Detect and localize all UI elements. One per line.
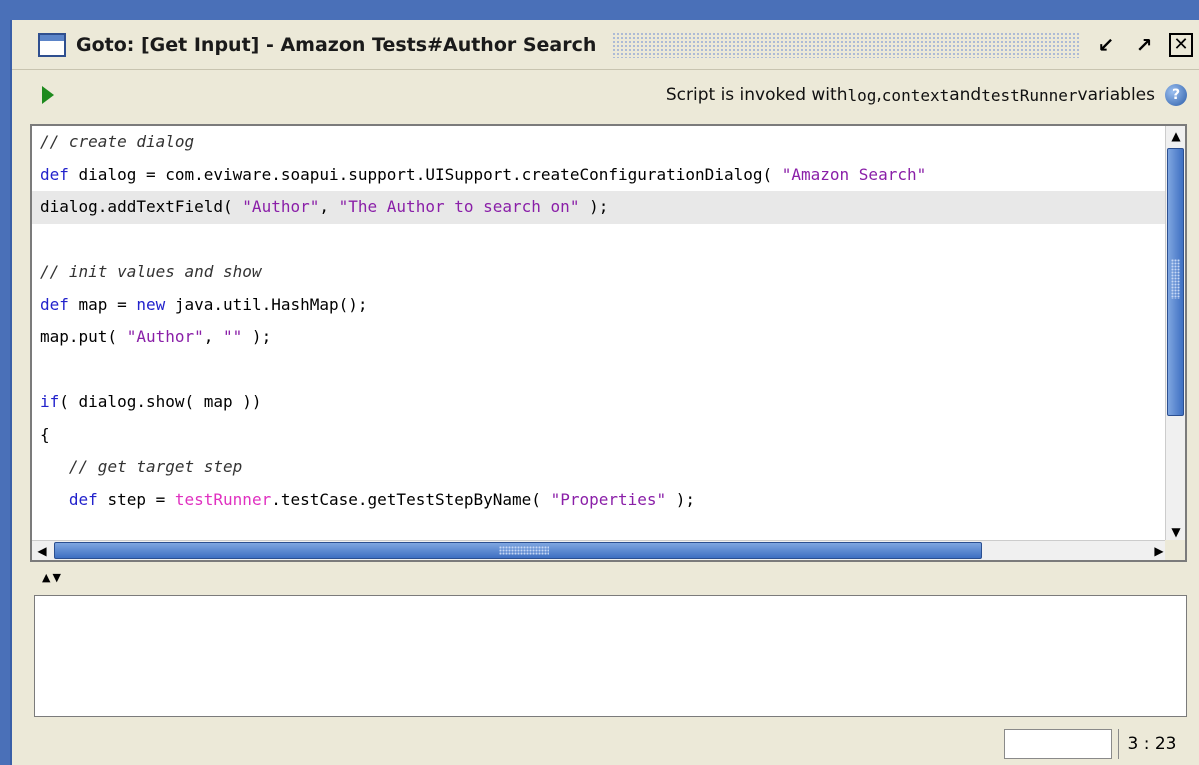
window-icon — [38, 32, 66, 57]
code-token: def — [68, 489, 98, 509]
code-token: ); — [579, 197, 609, 216]
code-line[interactable]: // get target step — [32, 451, 1169, 484]
code-token: map.put( — [40, 327, 127, 346]
code-token: , — [319, 197, 339, 216]
code-token: def — [40, 164, 69, 184]
var-testrunner: testRunner — [981, 85, 1078, 105]
code-token: if — [40, 392, 60, 411]
expand-up-icon[interactable]: ▲ — [42, 571, 50, 584]
vertical-scrollbar[interactable]: ▲ ▼ — [1165, 126, 1185, 542]
title-bar[interactable]: Goto: [Get Input] - Amazon Tests#Author … — [12, 20, 1199, 70]
code-token: // get target step — [68, 457, 243, 476]
code-token: dialog = com.eviware.soapui.support.UISu… — [68, 164, 782, 184]
code-token: ( dialog.show( map )) — [59, 392, 262, 411]
code-line[interactable] — [32, 354, 1169, 387]
status-bar: 3 : 23 — [12, 722, 1199, 765]
code-token: // create dialog — [40, 132, 195, 151]
help-icon[interactable]: ? — [1165, 84, 1187, 106]
code-line[interactable]: def map = new java.util.HashMap(); — [32, 289, 1169, 322]
code-token: "Properties" — [550, 489, 667, 509]
script-editor[interactable]: // create dialog def dialog = com.eviware… — [30, 124, 1187, 562]
horizontal-scrollbar[interactable]: ◀ ▶ — [32, 540, 1169, 560]
code-area[interactable]: // create dialog def dialog = com.eviware… — [32, 126, 1169, 542]
cursor-position: 3 : 23 — [1127, 733, 1177, 754]
script-info-text: Script is invoked with log, context and … — [666, 84, 1187, 106]
toolbar: Script is invoked with log, context and … — [12, 72, 1199, 118]
window-title: Goto: [Get Input] - Amazon Tests#Author … — [76, 33, 597, 56]
scroll-left-icon[interactable]: ◀ — [32, 541, 52, 560]
code-line[interactable] — [32, 224, 1169, 257]
title-drag-grip[interactable] — [612, 31, 1079, 58]
code-token: { — [40, 424, 50, 444]
code-line[interactable]: map.put( "Author", "" ); — [32, 321, 1169, 354]
code-token: step = — [97, 489, 175, 509]
code-token: "The Author to search on" — [338, 197, 580, 216]
code-line[interactable]: def step = testRunner.testCase.getTestSt… — [32, 484, 1169, 517]
maximize-icon[interactable]: ↗ — [1131, 32, 1157, 58]
play-icon[interactable] — [42, 86, 54, 104]
code-line[interactable]: dialog.addTextField( "Author", "The Auth… — [32, 191, 1169, 224]
code-token: // init values and show — [40, 262, 262, 281]
code-token: "Author" — [242, 197, 320, 216]
vertical-scroll-thumb[interactable] — [1167, 148, 1184, 416]
info-suffix: variables — [1077, 85, 1155, 105]
code-token: ); — [242, 327, 272, 346]
code-line[interactable]: { — [32, 419, 1169, 452]
scroll-up-icon[interactable]: ▲ — [1166, 126, 1185, 146]
info-sep-2: and — [949, 85, 982, 105]
code-token: def — [40, 294, 69, 314]
code-line[interactable]: // create dialog — [32, 126, 1169, 159]
code-token: new — [136, 294, 166, 314]
split-pane-divider[interactable]: ▲ ▼ — [42, 569, 61, 585]
code-token: .testCase.getTestStepByName( — [271, 489, 551, 509]
code-token: "Author" — [126, 327, 204, 346]
script-editor-window: Goto: [Get Input] - Amazon Tests#Author … — [10, 20, 1199, 765]
var-context: context — [881, 85, 950, 105]
window-background: Goto: [Get Input] - Amazon Tests#Author … — [0, 0, 1199, 765]
scroll-down-icon[interactable]: ▼ — [1166, 522, 1185, 542]
info-prefix: Script is invoked with — [665, 85, 848, 105]
code-token: java.util.HashMap(); — [165, 294, 368, 314]
code-token: ); — [666, 489, 696, 509]
code-line[interactable]: if( dialog.show( map )) — [32, 386, 1169, 419]
var-log: log — [847, 85, 877, 105]
log-output-area[interactable] — [34, 595, 1187, 717]
code-line[interactable]: def dialog = com.eviware.soapui.support.… — [32, 159, 1169, 192]
code-token: "" — [223, 327, 243, 346]
code-token: , — [203, 327, 224, 346]
code-token: "Amazon Search" — [781, 164, 927, 184]
scroll-corner — [1165, 540, 1185, 560]
horizontal-scroll-thumb[interactable] — [54, 542, 982, 559]
status-field — [1004, 728, 1112, 759]
close-icon[interactable]: ✕ — [1169, 32, 1193, 57]
code-line[interactable]: // init values and show — [32, 256, 1169, 289]
expand-down-icon[interactable]: ▼ — [52, 571, 60, 584]
minimize-icon[interactable]: ↙ — [1093, 32, 1119, 58]
code-token: dialog.addTextField( — [40, 197, 243, 216]
code-token: testRunner — [174, 489, 272, 509]
code-token: map = — [68, 294, 137, 314]
